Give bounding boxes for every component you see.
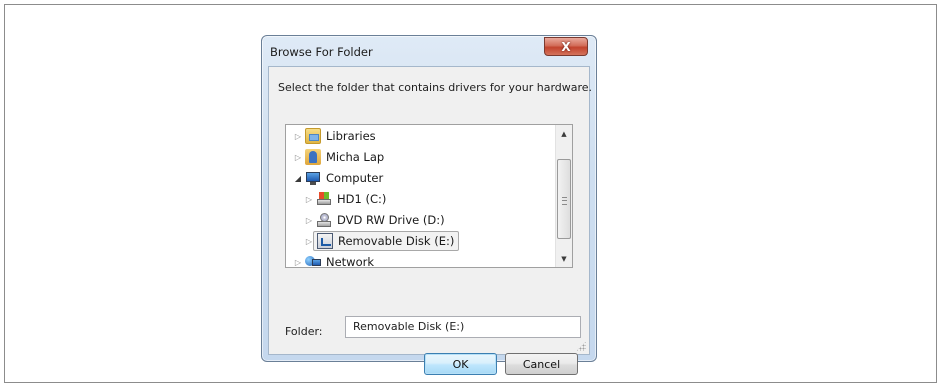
tree-item-label: Network (326, 255, 375, 268)
expand-arrow-icon[interactable]: ▷ (293, 153, 303, 162)
computer-icon (305, 170, 321, 186)
hard-drive-icon (316, 191, 332, 207)
selected-item-highlight[interactable]: Removable Disk (E:) (313, 231, 460, 251)
tree-item-label: Micha Lap (326, 150, 385, 164)
expand-arrow-icon[interactable]: ▷ (304, 216, 314, 225)
tree-item-network[interactable]: ▷ Network (293, 252, 375, 268)
tree-item-label: Removable Disk (E:) (338, 234, 455, 248)
resize-grip-icon[interactable] (576, 341, 586, 351)
instruction-text: Select the folder that contains drivers … (278, 81, 593, 94)
scroll-thumb[interactable] (557, 159, 571, 239)
folder-label: Folder: (285, 325, 323, 338)
tree-scrollbar[interactable]: ▲ ▼ (555, 125, 572, 267)
expand-arrow-icon[interactable]: ▷ (304, 195, 314, 204)
collapse-arrow-icon[interactable]: ◢ (293, 174, 303, 183)
scroll-down-icon[interactable]: ▼ (556, 250, 572, 267)
grip-icon (562, 197, 567, 205)
tree-item-dvd-drive[interactable]: ▷ DVD RW Drive (D:) (304, 210, 445, 230)
tree-item-label: Libraries (326, 129, 376, 143)
tree-item-hd1[interactable]: ▷ HD1 (C:) (304, 189, 386, 209)
tree-item-label: Computer (326, 171, 384, 185)
tree-item-label: HD1 (C:) (337, 192, 387, 206)
tree-item-removable-disk[interactable]: ▷ Removable Disk (E:) (304, 231, 460, 251)
network-icon (305, 254, 321, 267)
removable-disk-icon (317, 233, 333, 249)
close-button[interactable]: X (544, 37, 588, 56)
dvd-drive-icon (316, 212, 332, 228)
cancel-button[interactable]: Cancel (505, 353, 578, 375)
expand-arrow-icon[interactable]: ▷ (293, 258, 303, 267)
browse-for-folder-dialog: Browse For Folder X Select the folder th… (261, 35, 597, 375)
tree-item-computer[interactable]: ◢ Computer (293, 168, 383, 188)
folder-tree[interactable]: ▷ Libraries ▷ Micha Lap ◢ Computer ▷ HD1… (285, 124, 573, 268)
user-folder-icon (305, 149, 321, 165)
expand-arrow-icon[interactable]: ▷ (293, 132, 303, 141)
scroll-up-icon[interactable]: ▲ (556, 125, 572, 142)
tree-item-micha-lap[interactable]: ▷ Micha Lap (293, 147, 384, 167)
libraries-icon (305, 128, 321, 144)
tree-item-libraries[interactable]: ▷ Libraries (293, 126, 376, 146)
ok-button[interactable]: OK (424, 353, 497, 375)
dialog-client-area: Select the folder that contains drivers … (268, 66, 593, 375)
dialog-title: Browse For Folder (270, 45, 373, 59)
tree-item-label: DVD RW Drive (D:) (337, 213, 445, 227)
folder-input[interactable]: Removable Disk (E:) (345, 316, 581, 338)
